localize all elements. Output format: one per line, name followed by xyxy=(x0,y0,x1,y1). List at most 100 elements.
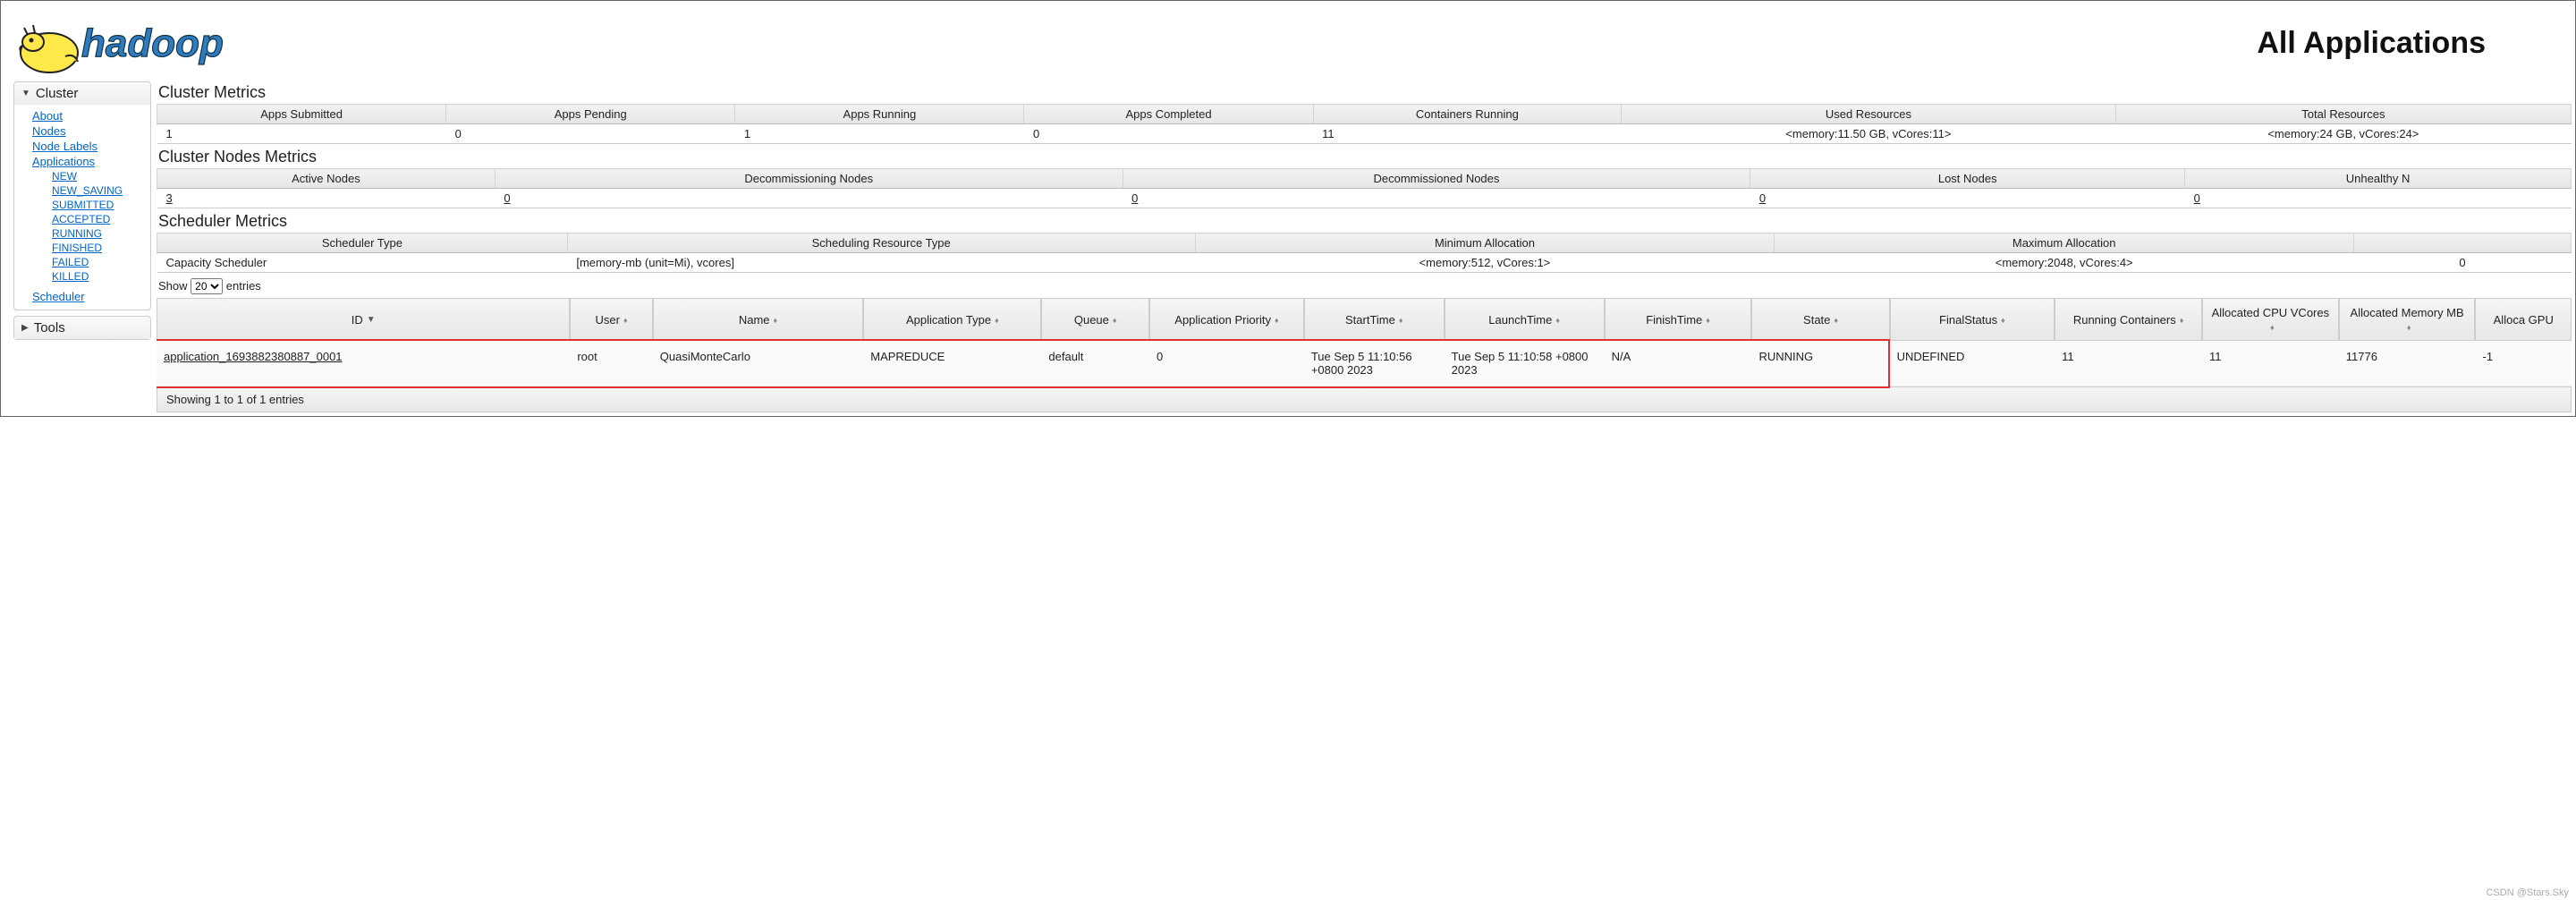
th-unhealthy-nodes[interactable]: Unhealthy N xyxy=(2185,169,2572,189)
th-finalstatus[interactable]: FinalStatus♦ xyxy=(1890,298,2055,341)
nav-state-failed[interactable]: FAILED xyxy=(52,255,150,269)
hadoop-logo[interactable]: hadoop xyxy=(13,10,273,76)
nav-applications[interactable]: Applications xyxy=(32,154,150,169)
nav-state-new[interactable]: NEW xyxy=(52,169,150,183)
cell-queue: default xyxy=(1041,341,1149,386)
nav-scheduler[interactable]: Scheduler xyxy=(32,289,150,304)
th-alloc-gpu[interactable]: Alloca GPU xyxy=(2475,298,2572,341)
nav-state-new-saving[interactable]: NEW_SAVING xyxy=(52,183,150,198)
th-sched-type[interactable]: Scheduler Type xyxy=(157,233,568,253)
sort-icon: ♦ xyxy=(2407,324,2411,331)
th-start[interactable]: StartTime♦ xyxy=(1304,298,1445,341)
th-name[interactable]: Name♦ xyxy=(653,298,863,341)
th-queue[interactable]: Queue♦ xyxy=(1041,298,1149,341)
nav-state-running[interactable]: RUNNING xyxy=(52,226,150,241)
cell-state: RUNNING xyxy=(1751,341,1889,386)
val-decommissioned-nodes[interactable]: 0 xyxy=(1131,191,1138,205)
th-state[interactable]: State♦ xyxy=(1751,298,1889,341)
th-max-alloc[interactable]: Maximum Allocation xyxy=(1775,233,2354,253)
nav-state-accepted[interactable]: ACCEPTED xyxy=(52,212,150,226)
sort-icon: ♦ xyxy=(623,317,628,324)
th-alloc-cpu[interactable]: Allocated CPU VCores♦ xyxy=(2202,298,2339,341)
th-id[interactable]: ID▼ xyxy=(157,298,570,341)
val-active-nodes[interactable]: 3 xyxy=(166,191,173,205)
th-apps-completed[interactable]: Apps Completed xyxy=(1024,105,1313,124)
sort-icon: ♦ xyxy=(2180,317,2184,324)
val-used-resources: <memory:11.50 GB, vCores:11> xyxy=(1622,124,2116,144)
th-type[interactable]: Application Type♦ xyxy=(863,298,1041,341)
val-sched-res-type: [memory-mb (unit=Mi), vcores] xyxy=(567,253,1195,273)
cell-finish: N/A xyxy=(1605,341,1752,386)
page-title: All Applications xyxy=(2257,26,2557,61)
val-max-alloc: <memory:2048, vCores:4> xyxy=(1775,253,2354,273)
th-launch[interactable]: LaunchTime♦ xyxy=(1445,298,1605,341)
cell-finalstatus: UNDEFINED xyxy=(1890,341,2055,386)
title-cluster-nodes-metrics: Cluster Nodes Metrics xyxy=(157,146,2572,168)
th-containers-running[interactable]: Containers Running xyxy=(1313,105,1621,124)
caret-right-icon: ▶ xyxy=(21,323,29,333)
table-footer: Showing 1 to 1 of 1 entries xyxy=(157,386,2572,412)
val-extra: 0 xyxy=(2354,253,2572,273)
cluster-metrics-table: Apps Submitted Apps Pending Apps Running… xyxy=(157,104,2572,144)
th-apps-running[interactable]: Apps Running xyxy=(735,105,1024,124)
nav-state-killed[interactable]: KILLED xyxy=(52,269,150,284)
sidebar-cluster-label: Cluster xyxy=(36,86,79,101)
val-apps-running: 1 xyxy=(735,124,1024,144)
sidebar-tools-label: Tools xyxy=(34,320,65,335)
sort-icon: ♦ xyxy=(995,317,999,324)
cluster-metrics-row: 1 0 1 0 11 <memory:11.50 GB, vCores:11> … xyxy=(157,124,2572,144)
cluster-nodes-row: 3 0 0 0 0 xyxy=(157,189,2572,208)
app-id-link[interactable]: application_1693882380887_0001 xyxy=(164,350,343,363)
nav-node-labels[interactable]: Node Labels xyxy=(32,139,150,154)
sort-icon: ♦ xyxy=(1113,317,1117,324)
th-finish[interactable]: FinishTime♦ xyxy=(1605,298,1752,341)
val-sched-type: Capacity Scheduler xyxy=(157,253,568,273)
entries-select[interactable]: 20 xyxy=(191,278,223,294)
cluster-nodes-metrics-table: Active Nodes Decommissioning Nodes Decom… xyxy=(157,168,2572,208)
title-scheduler-metrics: Scheduler Metrics xyxy=(157,210,2572,233)
show-prefix: Show xyxy=(158,279,188,293)
cell-alloc-gpu: -1 xyxy=(2475,341,2572,386)
val-decomm-nodes[interactable]: 0 xyxy=(504,191,510,205)
sort-icon: ♦ xyxy=(1834,317,1838,324)
cell-start: Tue Sep 5 11:10:56 +0800 2023 xyxy=(1304,341,1445,386)
cell-user: root xyxy=(570,341,652,386)
val-unhealthy-nodes[interactable]: 0 xyxy=(2194,191,2200,205)
th-used-resources[interactable]: Used Resources xyxy=(1622,105,2116,124)
scheduler-metrics-row: Capacity Scheduler [memory-mb (unit=Mi),… xyxy=(157,253,2572,273)
val-apps-submitted: 1 xyxy=(157,124,446,144)
th-running-containers[interactable]: Running Containers♦ xyxy=(2055,298,2202,341)
th-priority[interactable]: Application Priority♦ xyxy=(1149,298,1304,341)
th-min-alloc[interactable]: Minimum Allocation xyxy=(1195,233,1775,253)
th-user[interactable]: User♦ xyxy=(570,298,652,341)
caret-down-icon: ▼ xyxy=(21,89,30,98)
cell-type: MAPREDUCE xyxy=(863,341,1041,386)
nav-about[interactable]: About xyxy=(32,108,150,123)
val-apps-completed: 0 xyxy=(1024,124,1313,144)
th-apps-submitted[interactable]: Apps Submitted xyxy=(157,105,446,124)
th-decomm-nodes[interactable]: Decommissioning Nodes xyxy=(495,169,1123,189)
sidebar-head-cluster[interactable]: ▼ Cluster xyxy=(14,82,150,105)
th-sched-res-type[interactable]: Scheduling Resource Type xyxy=(567,233,1195,253)
cell-running-containers: 11 xyxy=(2055,341,2202,386)
val-lost-nodes[interactable]: 0 xyxy=(1759,191,1766,205)
sort-icon: ♦ xyxy=(1706,317,1710,324)
th-active-nodes[interactable]: Active Nodes xyxy=(157,169,496,189)
sidebar-head-tools[interactable]: ▶ Tools xyxy=(14,317,150,339)
th-apps-pending[interactable]: Apps Pending xyxy=(446,105,735,124)
val-min-alloc: <memory:512, vCores:1> xyxy=(1195,253,1775,273)
nav-nodes[interactable]: Nodes xyxy=(32,123,150,139)
th-lost-nodes[interactable]: Lost Nodes xyxy=(1750,169,2185,189)
cell-alloc-cpu: 11 xyxy=(2202,341,2339,386)
nav-state-submitted[interactable]: SUBMITTED xyxy=(52,198,150,212)
th-alloc-mem[interactable]: Allocated Memory MB♦ xyxy=(2339,298,2476,341)
th-decommissioned-nodes[interactable]: Decommissioned Nodes xyxy=(1123,169,1750,189)
sort-icon: ♦ xyxy=(1555,317,1560,324)
nav-state-finished[interactable]: FINISHED xyxy=(52,241,150,255)
sort-icon: ♦ xyxy=(1399,317,1403,324)
sort-icon: ♦ xyxy=(1275,317,1279,324)
sort-desc-icon: ▼ xyxy=(367,317,376,324)
show-entries: Show 20 entries xyxy=(157,275,2572,298)
th-total-resources[interactable]: Total Resources xyxy=(2115,105,2571,124)
title-cluster-metrics: Cluster Metrics xyxy=(157,81,2572,104)
